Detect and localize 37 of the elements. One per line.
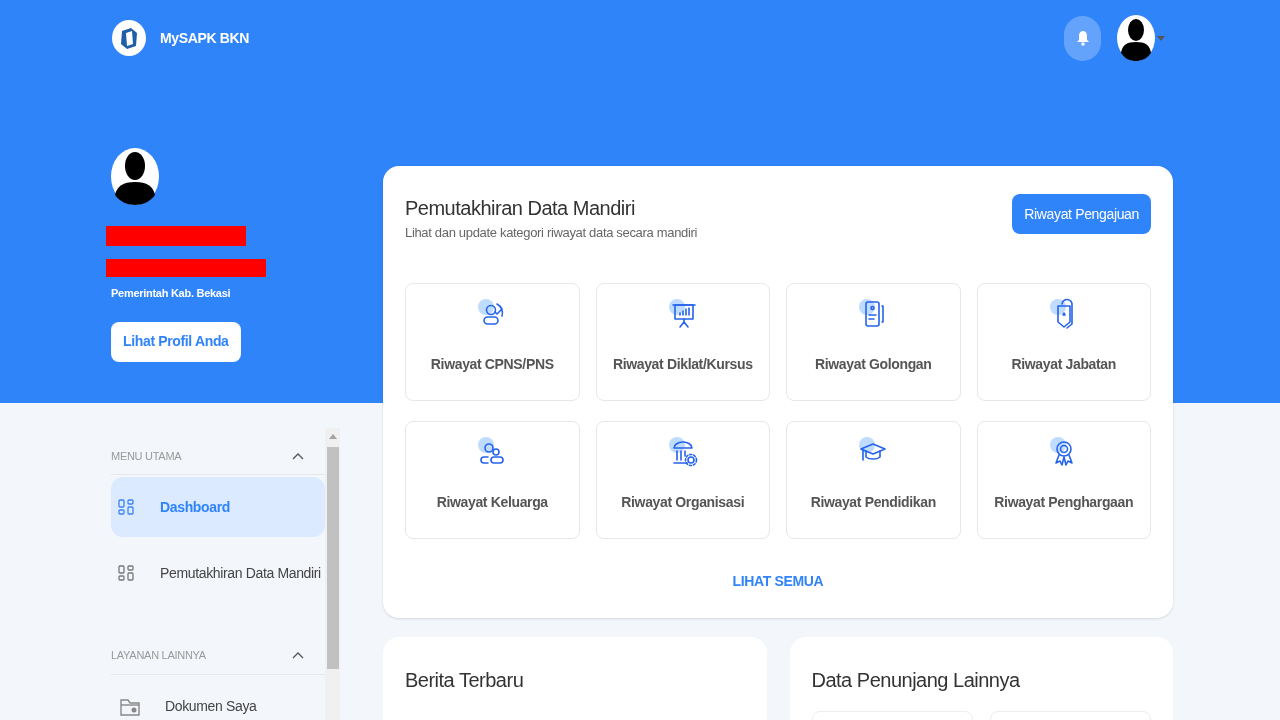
card-title: Pemutakhiran Data Mandiri [405,196,636,221]
chevron-up-icon[interactable] [292,651,304,660]
category-card[interactable]: Riwayat Keluarga [405,420,580,539]
sidebar-item[interactable]: Pemutakhiran Data Mandiri [111,543,325,603]
card-subtitle: Lihat dan update kategori riwayat data secara mandiri [405,224,698,242]
presentation-board-icon [666,297,699,330]
section-heading: LAYANAN LAINNYA [111,648,206,663]
scrollbar[interactable] [325,427,340,720]
view-profile-button[interactable]: Lihat Profil Anda [111,321,241,362]
category-card[interactable]: Riwayat Organisasi [595,420,770,539]
category-card[interactable]: Riwayat Diklat/Kursus [595,282,770,401]
category-card[interactable]: Riwayat Golongan [786,282,961,401]
organization-text: Pemerintah Kab. Bekasi [111,286,232,301]
folder-icon [119,696,141,717]
card-title: Berita Terbaru [405,668,525,693]
grid-icon [118,565,134,581]
category-card[interactable]: Riwayat Pendidikan [786,420,961,539]
scroll-up-icon[interactable] [328,433,337,439]
logo-icon[interactable] [111,19,147,57]
card-title: Data Penunjang Lainnya [811,668,1021,693]
app-title: MySAPK BKN [160,28,250,48]
building-gear-icon [666,435,699,468]
section-heading: MENU UTAMA [111,448,182,464]
category-card[interactable]: Riwayat Penghargaan [976,420,1151,539]
category-card[interactable]: Riwayat CPNS/PNS [405,282,580,401]
bell-icon [1075,30,1090,46]
grid-icon [118,499,134,515]
avatar-icon[interactable] [1117,15,1155,61]
scrollbar-thumb[interactable] [326,446,339,669]
notification-button[interactable] [1064,15,1101,61]
caret-icon[interactable] [1157,35,1165,41]
sidebar-item[interactable]: Dokumen Saya [111,676,325,720]
see-all-link[interactable]: LIHAT SEMUA [732,570,824,592]
chevron-up-icon[interactable] [292,451,304,460]
profile-avatar [111,148,159,205]
submission-history-button[interactable]: Riwayat Pengajuan [1012,194,1151,234]
category-card[interactable]: Riwayat Jabatan [976,282,1151,401]
